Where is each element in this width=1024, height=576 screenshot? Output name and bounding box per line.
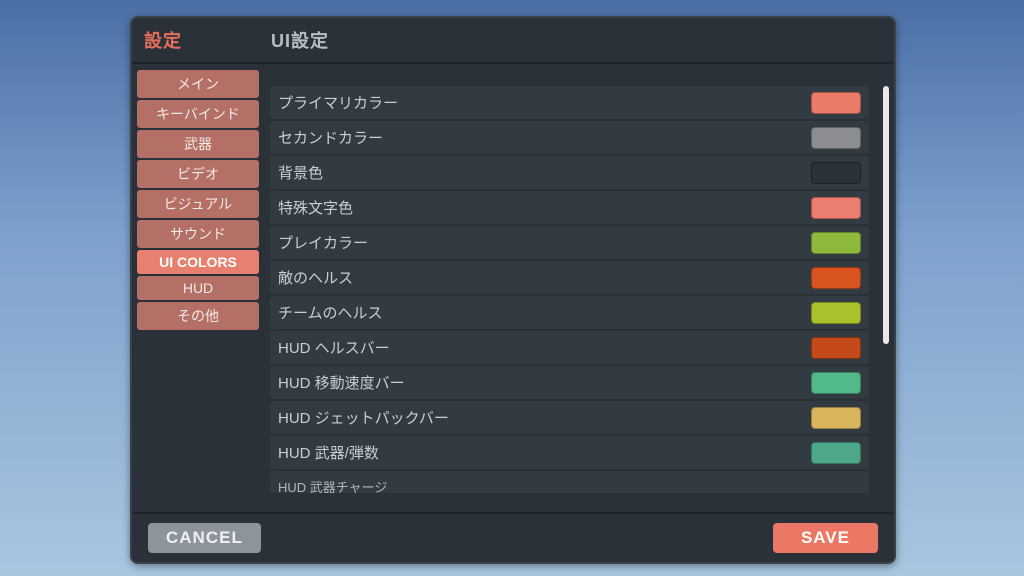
- color-row-label: プレイカラー: [278, 232, 811, 253]
- color-row-player: プレイカラー: [270, 226, 869, 259]
- color-swatch[interactable]: [811, 267, 861, 289]
- sidebar-item-label: キーバインド: [156, 106, 240, 122]
- cancel-button[interactable]: CANCEL: [148, 523, 261, 553]
- sidebar-item-label: ビジュアル: [164, 196, 233, 212]
- color-row-secondary: セカンドカラー: [270, 121, 869, 154]
- color-settings-list: プライマリカラー セカンドカラー 背景色 特殊文字色 プレイカラー: [264, 64, 881, 512]
- color-row-hud-speed-bar: HUD 移動速度バー: [270, 366, 869, 399]
- sidebar-item-visual[interactable]: ビジュアル: [137, 190, 259, 218]
- sidebar-item-label: サウンド: [170, 226, 226, 242]
- color-row-background: 背景色: [270, 156, 869, 189]
- color-row-label: 敵のヘルス: [278, 267, 811, 288]
- color-swatch[interactable]: [811, 337, 861, 359]
- color-row-label: HUD 移動速度バー: [278, 372, 811, 393]
- color-swatch[interactable]: [811, 162, 861, 184]
- color-row-hud-health-bar: HUD ヘルスバー: [270, 331, 869, 364]
- color-swatch[interactable]: [811, 197, 861, 219]
- sidebar-item-ui-colors[interactable]: UI COLORS: [137, 250, 259, 274]
- sidebar-item-other[interactable]: その他: [137, 302, 259, 330]
- color-row-hud-jetpack-bar: HUD ジェットパックバー: [270, 401, 869, 434]
- color-swatch[interactable]: [811, 127, 861, 149]
- sidebar-item-hud[interactable]: HUD: [137, 276, 259, 300]
- color-row-label: プライマリカラー: [278, 92, 811, 113]
- sidebar-item-label: メイン: [177, 76, 219, 92]
- settings-title: 設定: [132, 18, 259, 62]
- color-swatch[interactable]: [811, 92, 861, 114]
- color-row-label: 背景色: [278, 162, 811, 183]
- color-row-label: HUD ヘルスバー: [278, 337, 811, 358]
- color-row-team-health: チームのヘルス: [270, 296, 869, 329]
- sidebar-item-sound[interactable]: サウンド: [137, 220, 259, 248]
- color-row-label: HUD ジェットパックバー: [278, 407, 811, 428]
- scrollbar[interactable]: [883, 86, 889, 344]
- save-button[interactable]: SAVE: [773, 523, 878, 553]
- panel-title: UI設定: [259, 18, 894, 62]
- color-row-label: セカンドカラー: [278, 127, 811, 148]
- color-row-special-text: 特殊文字色: [270, 191, 869, 224]
- cancel-button-label: CANCEL: [166, 528, 243, 548]
- color-row-hud-weapon-ammo: HUD 武器/弾数: [270, 436, 869, 469]
- sidebar-item-label: その他: [177, 308, 219, 324]
- color-swatch[interactable]: [811, 372, 861, 394]
- color-row-label: チームのヘルス: [278, 302, 811, 323]
- sidebar-item-video[interactable]: ビデオ: [137, 160, 259, 188]
- color-row-label: HUD 武器/弾数: [278, 442, 811, 463]
- sidebar-item-label: 武器: [184, 136, 212, 152]
- settings-sidebar: メイン キーバインド 武器 ビデオ ビジュアル サウンド UI COLORS H…: [132, 64, 264, 512]
- color-row-enemy-health: 敵のヘルス: [270, 261, 869, 294]
- color-row-primary: プライマリカラー: [270, 86, 869, 119]
- sidebar-item-label: HUD: [183, 280, 213, 296]
- save-button-label: SAVE: [801, 528, 850, 548]
- color-row-label: 特殊文字色: [278, 197, 811, 218]
- sidebar-item-main[interactable]: メイン: [137, 70, 259, 98]
- color-swatch[interactable]: [811, 442, 861, 464]
- color-row-label: HUD 武器チャージ: [278, 477, 861, 493]
- sidebar-item-weapons[interactable]: 武器: [137, 130, 259, 158]
- content-wrap: プライマリカラー セカンドカラー 背景色 特殊文字色 プレイカラー: [264, 64, 894, 512]
- color-row-hud-weapon-charge: HUD 武器チャージ: [270, 471, 869, 493]
- sidebar-item-label: ビデオ: [177, 166, 219, 182]
- color-swatch[interactable]: [811, 232, 861, 254]
- settings-window: 設定 UI設定 メイン キーバインド 武器 ビデオ ビジュアル サウンド UI …: [130, 16, 896, 564]
- settings-body: メイン キーバインド 武器 ビデオ ビジュアル サウンド UI COLORS H…: [132, 64, 894, 512]
- settings-footer: CANCEL SAVE: [132, 512, 894, 562]
- sidebar-item-label: UI COLORS: [159, 254, 237, 270]
- sidebar-item-keybinds[interactable]: キーバインド: [137, 100, 259, 128]
- color-swatch[interactable]: [811, 302, 861, 324]
- color-swatch[interactable]: [811, 407, 861, 429]
- settings-header: 設定 UI設定: [132, 18, 894, 64]
